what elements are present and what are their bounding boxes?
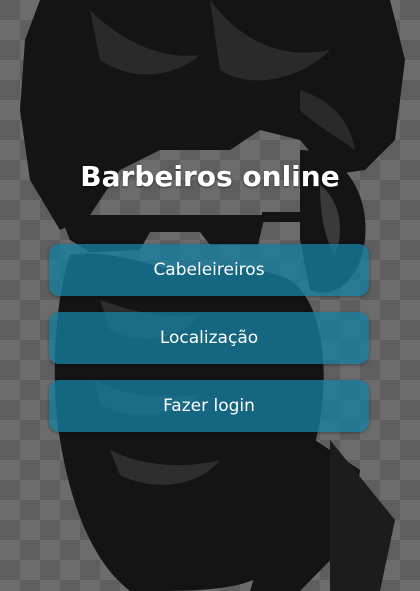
main-menu: Barbeiros online Cabeleireiros Localizaç… [0,0,420,591]
page-title: Barbeiros online [80,160,340,193]
fazer-login-button[interactable]: Fazer login [49,380,369,432]
localizacao-button[interactable]: Localização [49,312,369,364]
cabeleireiros-button[interactable]: Cabeleireiros [49,244,369,296]
